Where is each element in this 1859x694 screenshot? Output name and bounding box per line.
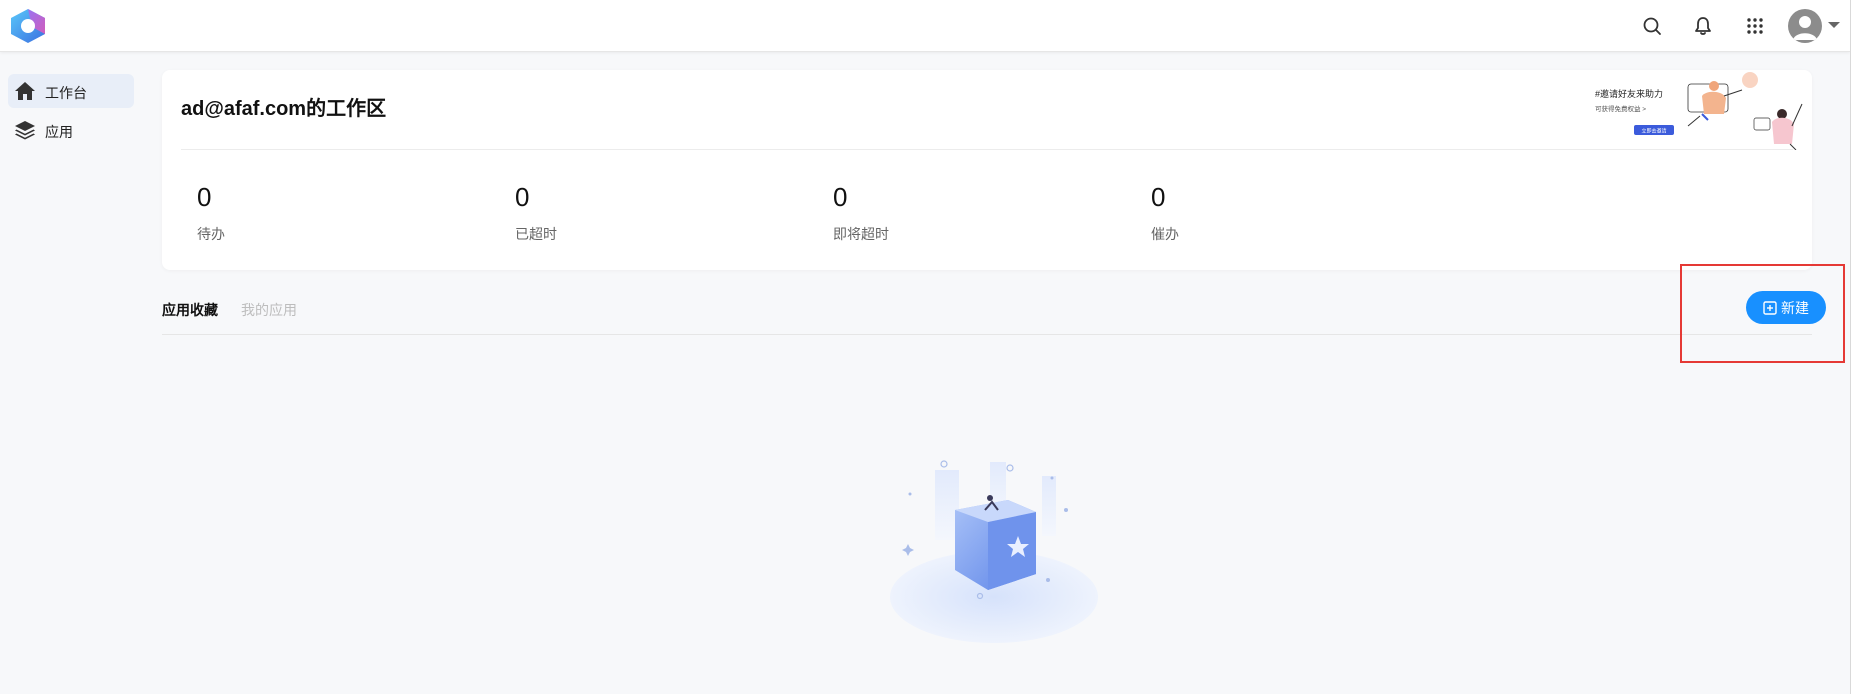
stat-todo[interactable]: 0 待办 (197, 182, 225, 244)
user-avatar[interactable] (1788, 9, 1822, 43)
sidebar: 工作台 应用 (0, 52, 150, 694)
stat-label: 已超时 (515, 226, 557, 242)
sidebar-item-workbench[interactable]: 工作台 (8, 74, 134, 108)
empty-state-illustration (890, 460, 1098, 643)
layers-icon (15, 121, 35, 140)
card-divider (181, 149, 1793, 150)
bell-icon[interactable] (1691, 14, 1715, 38)
stat-label: 催办 (1151, 226, 1179, 242)
tab-my-apps[interactable]: 我的应用 (241, 300, 297, 320)
workspace-card: ad@afaf.com的工作区 #邀请好友来助力 可获得免费权益 > 立即去邀请… (162, 70, 1812, 270)
tabs-divider (162, 334, 1812, 335)
caret-down-icon[interactable] (1827, 20, 1841, 30)
plus-square-icon (1763, 300, 1777, 315)
top-header (0, 0, 1850, 52)
stat-label: 即将超时 (833, 226, 889, 242)
scrollbar[interactable] (1850, 0, 1859, 694)
stat-value: 0 (1151, 182, 1166, 212)
stat-value: 0 (833, 182, 848, 212)
banner-cta-label: 立即去邀请 (1641, 128, 1666, 135)
sidebar-item-label: 应用 (45, 124, 73, 140)
home-icon (15, 82, 35, 100)
banner-headline: #邀请好友来助力 (1595, 88, 1663, 99)
apps-grid-icon[interactable] (1743, 14, 1767, 38)
banner-subtext: 可获得免费权益 > (1595, 104, 1646, 113)
invite-banner[interactable]: #邀请好友来助力 可获得免费权益 > 立即去邀请 (1592, 70, 1812, 150)
sidebar-item-label: 工作台 (45, 85, 87, 101)
app-logo[interactable] (8, 8, 48, 44)
page-title: ad@afaf.com的工作区 (181, 98, 387, 120)
user-silhouette-icon (1793, 16, 1817, 40)
new-button-label: 新建 (1781, 299, 1809, 316)
stat-label: 待办 (197, 226, 225, 242)
tab-favorite-apps[interactable]: 应用收藏 (162, 300, 218, 320)
stat-urged[interactable]: 0 催办 (1151, 182, 1179, 244)
stat-overdue[interactable]: 0 已超时 (515, 182, 557, 244)
search-icon[interactable] (1640, 14, 1664, 38)
sidebar-item-apps[interactable]: 应用 (8, 113, 134, 147)
stat-due-soon[interactable]: 0 即将超时 (833, 182, 889, 244)
new-button[interactable]: 新建 (1746, 291, 1826, 324)
stat-value: 0 (197, 182, 212, 212)
people-illustration-icon (1687, 72, 1803, 150)
stat-value: 0 (515, 182, 530, 212)
